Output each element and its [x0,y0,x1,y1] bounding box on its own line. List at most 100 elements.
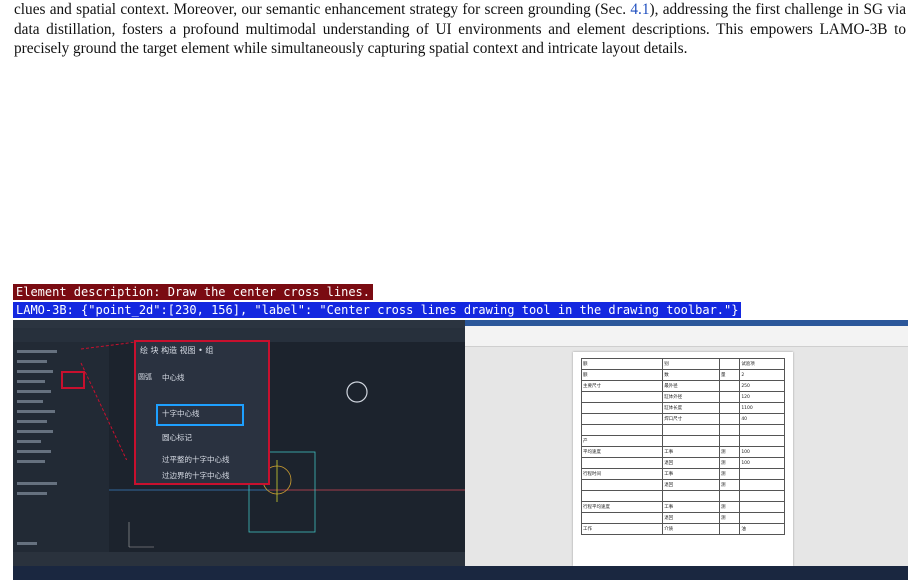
sidebar-row[interactable] [17,542,37,545]
table-row: 缸体长度 1100 [580,402,785,414]
table-cell: 测 [719,479,741,491]
table-cell: 行程时间 [580,468,664,480]
menu-item-boundary-cross-lines[interactable]: 过边界的十字中心线 [162,470,230,481]
table-cell: 工事 [662,468,721,480]
table-cell: 别 [662,358,721,370]
table-cell: 额 [580,358,664,370]
table-cell [739,424,785,436]
table-cell: 测 [719,512,741,524]
table-cell [662,435,721,447]
table-row: 工作 介质 油 [580,523,785,535]
table-cell [580,457,664,469]
sidebar-row[interactable] [17,460,45,463]
table-cell: 测 [719,457,741,469]
document-page[interactable]: 额别试验项额数量 2 主要尺寸 最外径 250 缸体外径 120 缸体长度 1100 焊口尺寸 40… [573,352,793,566]
zoom-connector [80,341,137,460]
table-cell: 最外径 [662,380,721,392]
taskbar [13,566,908,580]
table-cell [662,490,721,502]
table-row: 行程平均速度 工事测 [580,501,785,513]
table-cell: 2 [739,369,785,381]
view-cube-icon [346,381,368,403]
screenshot-figure: 绘 块 构造 视图 • 组 中心线 十字中心线 圆心标记 过平整的十字中心线 过… [13,320,908,580]
table-cell: 工事 [662,446,721,458]
table-cell [580,424,664,436]
table-row: 产 [580,435,785,447]
table-cell [719,490,741,502]
table-cell: 100 [739,446,785,458]
arc-label: 圆弧 [138,373,152,381]
section-reference-link[interactable]: 4.1 [630,1,649,18]
table-cell: 缸体长度 [662,402,721,414]
table-cell [739,512,785,524]
table-cell [739,468,785,480]
table-cell: 工事 [662,501,721,513]
cad-window: 绘 块 构造 视图 • 组 中心线 十字中心线 圆心标记 过平整的十字中心线 过… [13,320,465,580]
table-row: 行程时间 工事测 [580,468,785,480]
table-row [580,490,785,502]
table-cell: 退回 [662,512,721,524]
menu-item-center-mark[interactable]: 圆心标记 [162,432,192,443]
menu-item-flat-cross-lines[interactable]: 过平整的十字中心线 [162,454,230,465]
word-ribbon [465,326,908,347]
element-description-caption: Element description: Draw the center cro… [13,284,374,300]
table-cell: 焊口尺寸 [662,413,721,425]
table-row: 额数量2 [580,369,785,381]
table-row: 退回测 [580,512,785,524]
table-cell [580,413,664,425]
popup-header: 绘 块 构造 视图 • 组 [140,346,214,355]
table-cell: 退回 [662,479,721,491]
table-cell: 主要尺寸 [580,380,664,392]
table-cell: 测 [719,501,741,513]
table-row: 额别 试验项 [580,358,785,370]
model-output-caption: LAMO-3B: {"point_2d":[230, 156], "label"… [13,302,742,318]
table-cell: 额 [580,369,664,381]
table-row [580,424,785,436]
word-window: 额别试验项额数量 2 主要尺寸 最外径 250 缸体外径 120 缸体长度 1100 焊口尺寸 40… [465,320,908,566]
paragraph-text: clues and spatial context. Moreover, our… [14,1,631,18]
center-cross-lines-highlight [156,404,244,426]
body-paragraph: clues and spatial context. Moreover, our… [14,0,906,59]
zoomed-toolbar-popup: 绘 块 构造 视图 • 组 中心线 十字中心线 圆心标记 过平整的十字中心线 过… [134,340,270,485]
table-cell [719,424,741,436]
table-cell [662,424,721,436]
table-cell: 测 [719,468,741,480]
document-table: 额别试验项额数量 2 主要尺寸 最外径 250 缸体外径 120 缸体长度 1100 焊口尺寸 40… [580,358,785,535]
table-cell: 介质 [662,523,721,535]
table-cell [719,413,741,425]
table-row: 主要尺寸 最外径 250 [580,380,785,392]
table-cell [739,490,785,502]
table-cell [719,380,741,392]
menu-item-centerline[interactable]: 中心线 [162,372,185,383]
table-cell: 产 [580,435,664,447]
table-cell [719,523,741,535]
table-cell: 数 [662,369,721,381]
table-row: 退回测 [580,479,785,491]
table-cell [719,358,741,370]
table-cell [739,435,785,447]
sidebar-row[interactable] [17,492,47,495]
table-cell [580,402,664,414]
table-cell: 行程平均速度 [580,501,664,513]
table-cell: 120 [739,391,785,403]
sidebar-row[interactable] [17,482,57,485]
table-cell: 100 [739,457,785,469]
table-cell: 缸体外径 [662,391,721,403]
table-cell [580,512,664,524]
table-cell: 试验项 [739,358,785,370]
table-cell: 测 [719,446,741,458]
cad-statusbar [13,552,465,566]
table-cell: 退回 [662,457,721,469]
table-cell [719,391,741,403]
table-cell [580,391,664,403]
table-row: 缸体外径 120 [580,391,785,403]
table-cell [580,490,664,502]
table-cell [739,479,785,491]
table-row: 平均速度 工事测 100 [580,446,785,458]
table-cell: 量 [719,369,741,381]
table-cell: 40 [739,413,785,425]
table-cell: 平均速度 [580,446,664,458]
table-cell: 油 [739,523,785,535]
table-cell [580,479,664,491]
table-row: 焊口尺寸 40 [580,413,785,425]
